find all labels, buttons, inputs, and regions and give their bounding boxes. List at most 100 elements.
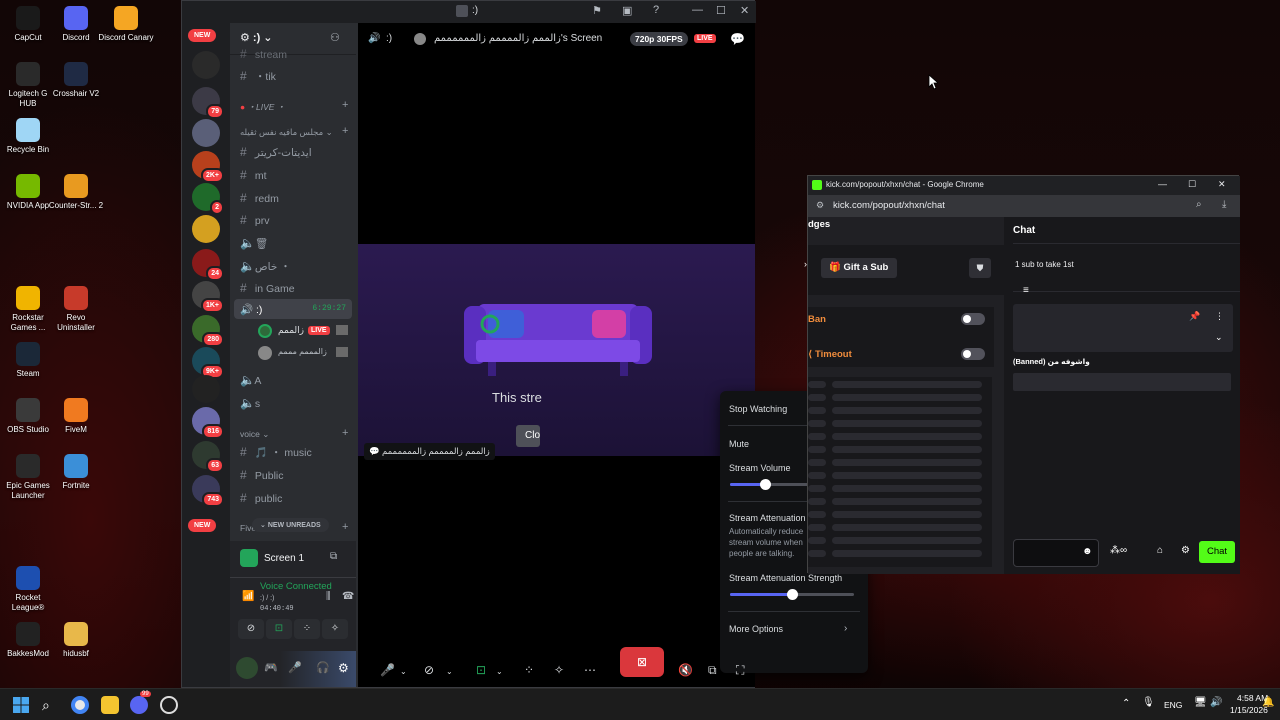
live-category[interactable]: ● ・LIVE ・	[240, 101, 285, 113]
chevron-down-icon[interactable]: ⌄	[496, 667, 503, 676]
add-channel-icon[interactable]: +	[342, 125, 348, 137]
category-header[interactable]: مجلس مافيه نفس ثقيله ⌄	[240, 127, 333, 138]
inbox-flag-icon[interactable]: ⚑	[592, 4, 602, 17]
desktop-icon[interactable]: Discord	[48, 6, 104, 43]
stop-stream-button[interactable]: ⊠	[620, 647, 664, 677]
language-indicator[interactable]: ENG	[1164, 700, 1182, 710]
address-bar[interactable]: ⚙ kick.com/popout/xhxn/chat ⌕ ⤓	[808, 195, 1240, 217]
channel-item[interactable]: # ・tik	[240, 69, 276, 84]
server-icon[interactable]: 2K+	[192, 151, 224, 183]
microphone-icon[interactable]: 🎤	[288, 661, 302, 674]
inbox-icon[interactable]: ▣	[622, 4, 632, 17]
chevron-up-icon[interactable]: ⌃	[1122, 698, 1130, 709]
emoji-icon[interactable]: ☻	[1082, 546, 1093, 557]
noise-icon[interactable]: ⫼	[326, 591, 331, 602]
server-icon[interactable]: 816	[192, 407, 224, 439]
server-icon[interactable]: 24	[192, 249, 224, 281]
channel-item[interactable]: # redm	[240, 191, 279, 205]
settings-gear-icon[interactable]: ⚙	[1181, 545, 1190, 556]
popout-icon[interactable]: ⧉	[330, 551, 337, 562]
timeout-toggle[interactable]	[961, 348, 985, 360]
settings-gear-icon[interactable]: ⚙	[338, 661, 349, 675]
voice-channel[interactable]: 🔈 خاص ・	[240, 259, 291, 274]
signal-icon[interactable]: 📶	[242, 591, 254, 602]
pin-icon[interactable]: 📌	[1189, 311, 1200, 322]
desktop-icon[interactable]: Discord Canary	[98, 6, 154, 43]
desktop-icon[interactable]: Revo Uninstaller	[48, 286, 104, 333]
desktop-icon[interactable]: FiveM	[48, 398, 104, 435]
slider-knob[interactable]	[759, 479, 771, 490]
minimize-button[interactable]: —	[1158, 179, 1167, 189]
chat-bubble-icon[interactable]: 💬	[730, 32, 745, 46]
chevron-down-icon[interactable]: ⌄	[1215, 332, 1223, 343]
ban-label[interactable]: Ban	[808, 314, 826, 325]
server-icon[interactable]: 1K+	[192, 281, 224, 313]
category-header[interactable]: voice ⌄	[240, 429, 269, 440]
chrome-taskbar-icon[interactable]	[71, 696, 89, 714]
zoom-icon[interactable]: ⌕	[1196, 199, 1202, 210]
camera-off-icon[interactable]: ⊘	[424, 663, 434, 677]
server-icon[interactable]: 2	[192, 183, 224, 215]
soundboard-button[interactable]: ✧	[322, 619, 348, 639]
more-options-item[interactable]: More Options	[729, 624, 783, 634]
close-button[interactable]: ✕	[740, 4, 749, 17]
server-icon[interactable]	[192, 215, 220, 243]
voice-channel[interactable]: 🔈 s	[240, 396, 260, 410]
volume-icon[interactable]: 🔊	[1210, 697, 1222, 708]
store-icon[interactable]: ⌂	[1157, 545, 1163, 556]
share-screen-button[interactable]: ⊡	[266, 619, 292, 639]
stop-watching-item[interactable]: Stop Watching	[729, 404, 787, 414]
channel-item[interactable]: # 🎵 ・ music	[240, 445, 312, 460]
desktop-icon[interactable]: Counter-Str... 2	[48, 174, 104, 211]
filter-icon[interactable]: ≡	[1023, 285, 1029, 296]
discord-taskbar-icon[interactable]: 99	[130, 691, 151, 714]
channel-item[interactable]: # ايديتات-كريتر	[240, 145, 312, 159]
add-channel-icon[interactable]: +	[342, 427, 348, 439]
server-icon[interactable]: 743	[192, 475, 224, 507]
chevron-down-icon[interactable]: ⌄	[446, 667, 453, 676]
timeout-label[interactable]: ⟨ Timeout	[808, 349, 852, 360]
microphone-icon[interactable]: 🎙	[1142, 697, 1155, 708]
chat-input[interactable]: ☻	[1013, 539, 1099, 567]
notification-icon[interactable]: 🔔	[1262, 697, 1274, 708]
app-taskbar-icon[interactable]	[160, 696, 178, 714]
channel-item[interactable]: # prv	[240, 213, 270, 227]
server-icon[interactable]	[192, 119, 220, 147]
channel-item[interactable]: # mt	[240, 168, 267, 182]
add-channel-icon[interactable]: +	[342, 521, 348, 533]
share-screen-icon[interactable]: ⊡	[476, 663, 486, 677]
desktop-icon[interactable]: Fortnite	[48, 454, 104, 491]
network-icon[interactable]: 🖥	[1194, 697, 1207, 708]
headphones-icon[interactable]: 🎧	[316, 661, 330, 674]
microphone-icon[interactable]: 🎤	[380, 663, 395, 677]
server-folder[interactable]: 63	[192, 441, 224, 473]
active-voice-channel[interactable]: 🔊 :) 6:29:27	[234, 299, 352, 319]
windows-start-icon[interactable]	[12, 696, 30, 714]
download-icon[interactable]: ⤓	[1222, 199, 1226, 210]
channel-item[interactable]: # public	[240, 491, 282, 505]
ban-toggle[interactable]	[961, 313, 985, 325]
activities-button[interactable]: ⁘	[294, 619, 320, 639]
arrow-icon[interactable]: ›	[804, 259, 807, 269]
server-icon[interactable]	[192, 51, 220, 79]
soundboard-icon[interactable]: ✧	[554, 663, 564, 677]
popout-icon[interactable]: ⧉	[708, 663, 717, 678]
close-button[interactable]: ✕	[1218, 179, 1226, 190]
minimize-button[interactable]: —	[692, 4, 703, 16]
chevron-down-icon[interactable]: ⌄	[400, 667, 407, 676]
send-chat-button[interactable]: Chat	[1199, 541, 1235, 563]
desktop-icon[interactable]: hidusbf	[48, 622, 104, 659]
desktop-icon[interactable]: Rocket League®	[0, 566, 56, 613]
gift-sub-button[interactable]: 🎁 Gift a Sub	[821, 258, 897, 278]
voice-channel[interactable]: 🔈 🗑	[240, 236, 268, 250]
voice-member[interactable]: زالممم LIVE	[258, 323, 352, 339]
add-member-icon[interactable]: ⚇	[330, 31, 340, 44]
more-vertical-icon[interactable]: ⋮	[1215, 311, 1224, 322]
volume-muted-icon[interactable]: 🔇	[678, 663, 693, 677]
channel-item[interactable]: # Public	[240, 468, 284, 482]
desktop-icon[interactable]: Steam	[0, 342, 56, 379]
mute-item[interactable]: Mute	[729, 439, 749, 449]
avatar[interactable]	[236, 657, 258, 679]
slider-knob[interactable]	[787, 589, 798, 600]
camera-off-button[interactable]: ⊘	[238, 619, 264, 639]
